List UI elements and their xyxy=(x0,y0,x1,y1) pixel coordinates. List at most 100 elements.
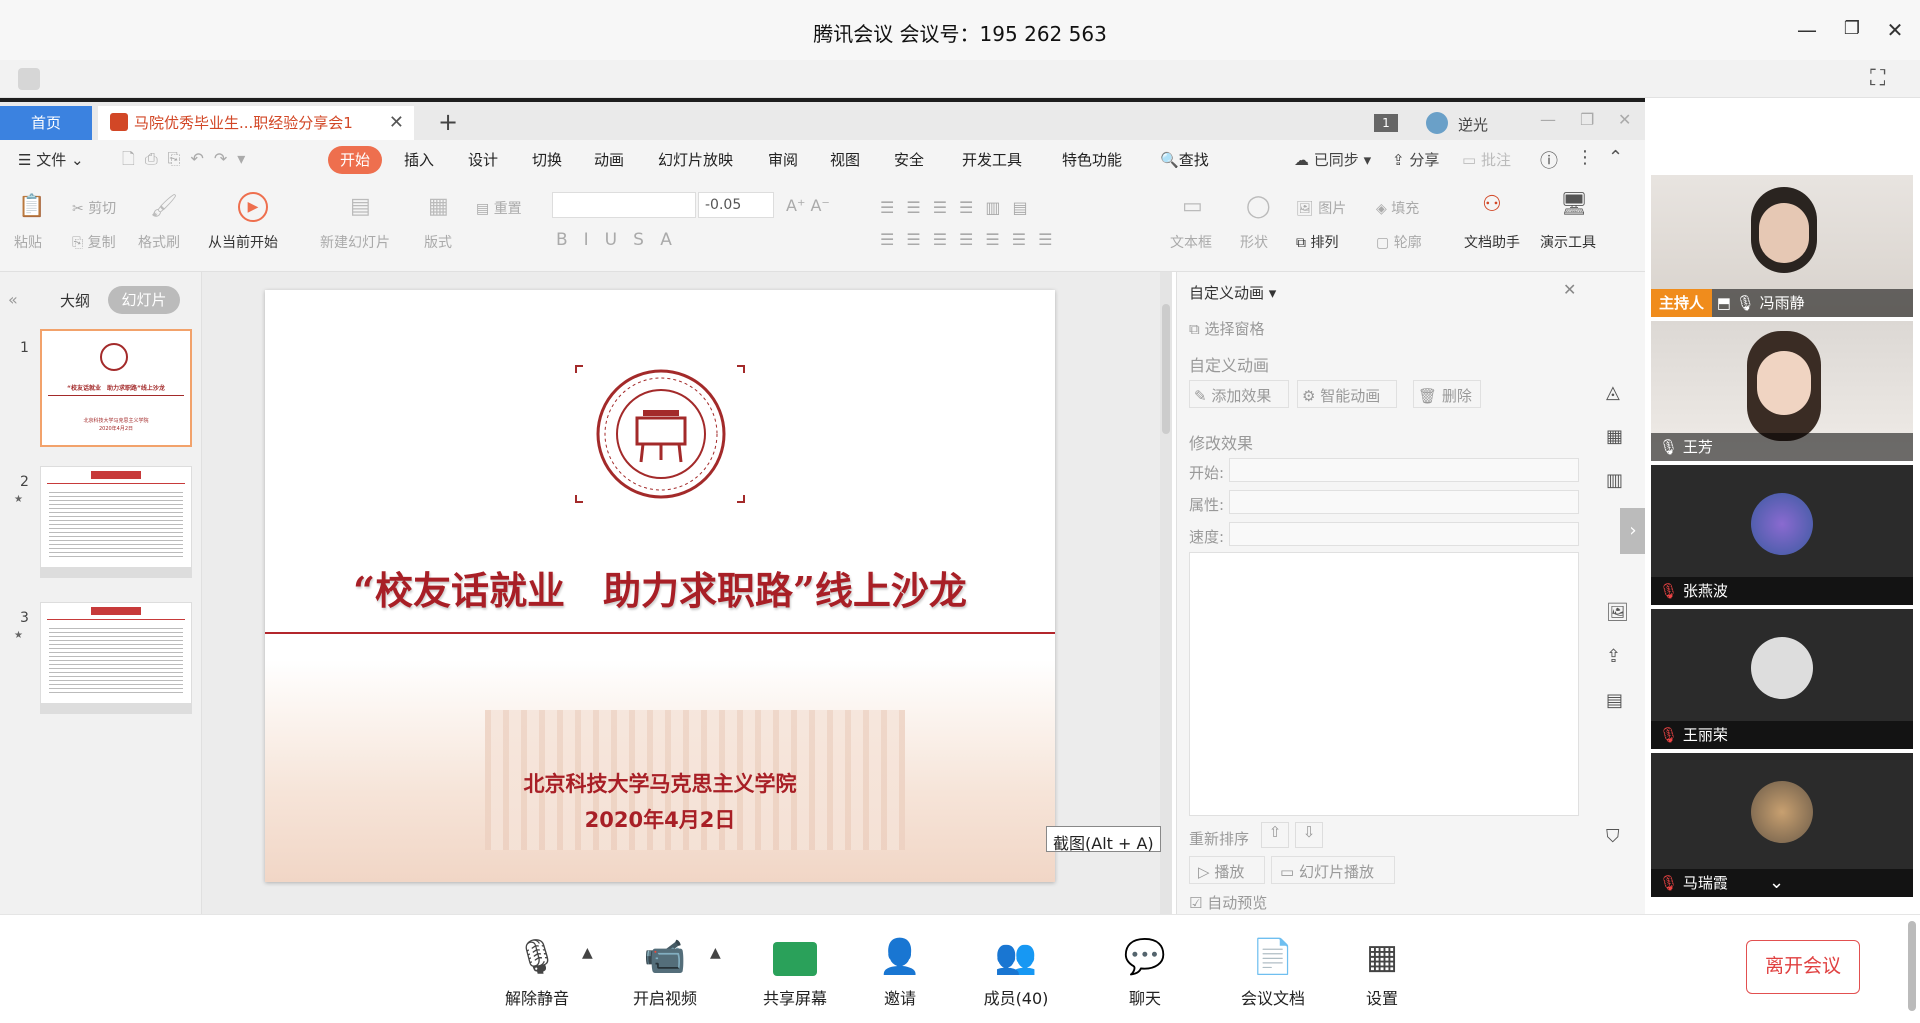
help-icon[interactable]: ⓘ xyxy=(1540,147,1558,173)
from-current-button[interactable]: 从当前开始 xyxy=(208,232,278,252)
start-video-button[interactable]: 📹 开启视频 xyxy=(615,935,715,1009)
tab-document[interactable]: 马院优秀毕业生...职经验分享会1 ✕ xyxy=(98,106,414,140)
paragraph-icons[interactable]: ☰☰☰☰▥▤ xyxy=(880,198,1040,217)
minimize-icon[interactable]: — xyxy=(1792,18,1822,42)
video-tile[interactable]: 🎙 王丽荣 xyxy=(1651,609,1913,749)
chevron-down-icon[interactable]: ⌄ xyxy=(1769,872,1784,893)
format-painter-label[interactable]: 格式刷 xyxy=(138,232,180,252)
font-family-select[interactable] xyxy=(552,192,696,218)
wps-minimize-icon[interactable]: — xyxy=(1540,110,1556,129)
paste-icon[interactable]: 📋 xyxy=(18,194,45,219)
scrollbar-thumb[interactable] xyxy=(1162,304,1170,434)
arrange-button[interactable]: ⧉ 排列 xyxy=(1296,232,1338,252)
menu-security[interactable]: 安全 xyxy=(894,149,924,170)
image-tool-icon[interactable]: 🖼 xyxy=(1606,602,1629,623)
textbox-icon[interactable]: ▭ xyxy=(1182,194,1203,219)
audio-options-icon[interactable]: ▲ xyxy=(582,945,593,961)
fill-tool-icon[interactable]: ◬ xyxy=(1606,382,1620,403)
font-size-input[interactable]: -0.05 xyxy=(698,192,774,218)
slide-thumbnail-3[interactable] xyxy=(40,602,192,714)
settings-button[interactable]: ▦ 设置 xyxy=(1332,935,1432,1009)
paste-label[interactable]: 粘贴 xyxy=(14,232,42,252)
speed-select[interactable] xyxy=(1229,522,1579,546)
menu-file[interactable]: ☰ 文件 ⌄ xyxy=(18,149,84,170)
menu-insert[interactable]: 插入 xyxy=(404,149,434,170)
shape-button[interactable]: 形状 xyxy=(1240,232,1268,252)
sync-status[interactable]: ☁ 已同步 ▾ xyxy=(1294,149,1371,170)
leave-meeting-button[interactable]: 离开会议 xyxy=(1746,940,1860,994)
new-tab-icon[interactable]: + xyxy=(438,108,458,136)
vertical-scrollbar[interactable] xyxy=(1160,272,1172,914)
move-up-icon[interactable]: ⇧ xyxy=(1261,822,1289,848)
layout-button[interactable]: 版式 xyxy=(424,232,452,252)
textbox-button[interactable]: 文本框 xyxy=(1170,232,1212,252)
menu-start[interactable]: 开始 xyxy=(328,146,382,174)
play-button[interactable]: ▷ 播放 xyxy=(1189,856,1265,884)
backup-tool-icon[interactable]: ⛉ xyxy=(1606,826,1620,847)
copy-button[interactable]: ⎘ 复制 xyxy=(72,232,116,252)
grid-tool-icon[interactable]: ▦ xyxy=(1606,426,1623,447)
slide-thumbnail-2[interactable] xyxy=(40,466,192,578)
unmute-button[interactable]: 🎙 解除静音 xyxy=(487,935,587,1009)
picture-button[interactable]: 🖼 图片 xyxy=(1296,198,1346,218)
layout-icon[interactable]: ▦ xyxy=(428,194,449,219)
add-effect-button[interactable]: ✎ 添加效果 xyxy=(1189,380,1289,408)
auto-preview-checkbox[interactable]: ☑ 自动预览 xyxy=(1189,892,1267,913)
video-tile[interactable]: 🎙 王芳 xyxy=(1651,321,1913,461)
fullscreen-icon[interactable]: ⛶ xyxy=(1870,66,1885,91)
collapse-panel-icon[interactable]: « xyxy=(8,290,18,309)
menu-features[interactable]: 特色功能 xyxy=(1062,149,1122,170)
quick-access-icons[interactable]: 🗋⎙⎘↶↷▾ xyxy=(122,148,255,175)
chart-tool-icon[interactable]: ▥ xyxy=(1606,470,1623,491)
move-down-icon[interactable]: ⇩ xyxy=(1295,822,1323,848)
menu-transition[interactable]: 切换 xyxy=(532,149,562,170)
menu-slideshow[interactable]: 幻灯片放映 xyxy=(658,149,733,170)
search-button[interactable]: 🔍查找 xyxy=(1160,149,1209,170)
presentation-tools-icon[interactable]: 🖥 xyxy=(1560,192,1588,217)
menu-review[interactable]: 审阅 xyxy=(768,149,798,170)
anim-pane-title[interactable]: 自定义动画 ▾ xyxy=(1189,282,1276,303)
chat-button[interactable]: 💬 聊天 xyxy=(1095,935,1195,1009)
close-tab-icon[interactable]: ✕ xyxy=(389,106,404,140)
cut-button[interactable]: ✂ 剪切 xyxy=(72,198,116,218)
delete-button[interactable]: 🗑 删除 xyxy=(1413,380,1481,408)
collapse-ribbon-icon[interactable]: ⌃ xyxy=(1608,147,1623,168)
tab-outline[interactable]: 大纲 xyxy=(60,290,90,311)
menu-view[interactable]: 视图 xyxy=(830,149,860,170)
page-count-badge[interactable]: 1 xyxy=(1374,114,1398,132)
avatar[interactable] xyxy=(1426,112,1448,134)
invite-button[interactable]: 👤 邀请 xyxy=(850,935,950,1009)
comment-button[interactable]: ▭ 批注 xyxy=(1462,149,1511,170)
close-icon[interactable]: ✕ xyxy=(1880,18,1910,42)
fill-button[interactable]: ◈ 填充 xyxy=(1376,198,1419,218)
presentation-tools-button[interactable]: 演示工具 xyxy=(1540,232,1596,252)
wps-close-icon[interactable]: ✕ xyxy=(1618,110,1631,129)
doc-assistant-button[interactable]: 文档助手 xyxy=(1464,232,1520,252)
align-icons[interactable]: ☰☰☰☰☰☰☰ xyxy=(880,230,1064,249)
slide[interactable]: “校友话就业 助力求职路”线上沙龙 北京科技大学马克思主义学院 2020年4月2… xyxy=(265,290,1055,882)
slide-thumbnail-1[interactable]: “校友话就业 助力求职路”线上沙龙 北京科技大学马克思主义学院 2020年4月2… xyxy=(40,329,192,447)
close-pane-icon[interactable]: ✕ xyxy=(1563,280,1576,299)
share-tool-icon[interactable]: ⇪ xyxy=(1606,646,1621,667)
video-options-icon[interactable]: ▲ xyxy=(710,945,721,961)
members-button[interactable]: 👥 成员(40) xyxy=(966,935,1066,1009)
restore-icon[interactable]: ❐ xyxy=(1837,18,1867,39)
video-tile[interactable]: 🎙 张燕波 xyxy=(1651,465,1913,605)
play-icon[interactable]: ▶ xyxy=(238,192,268,222)
tab-slides[interactable]: 幻灯片 xyxy=(108,286,180,314)
doc-assistant-icon[interactable]: ⚇ xyxy=(1482,192,1502,217)
select-pane-button[interactable]: ⧉ 选择窗格 xyxy=(1189,318,1265,339)
archive-tool-icon[interactable]: ▤ xyxy=(1606,690,1623,711)
menu-design[interactable]: 设计 xyxy=(468,149,498,170)
expand-panel-icon[interactable]: › xyxy=(1620,508,1646,554)
resize-handle[interactable] xyxy=(1908,921,1916,1011)
menu-devtools[interactable]: 开发工具 xyxy=(962,149,1022,170)
slideshow-button[interactable]: ▭ 幻灯片播放 xyxy=(1271,856,1395,884)
start-select[interactable] xyxy=(1229,458,1579,482)
tab-home[interactable]: 首页 xyxy=(0,106,92,140)
share-button[interactable]: ⇪ 分享 xyxy=(1392,149,1439,170)
menu-animation[interactable]: 动画 xyxy=(594,149,624,170)
user-name[interactable]: 逆光 xyxy=(1458,114,1488,135)
shield-icon[interactable] xyxy=(18,68,40,90)
smart-animation-button[interactable]: ⚙ 智能动画 xyxy=(1297,380,1397,408)
